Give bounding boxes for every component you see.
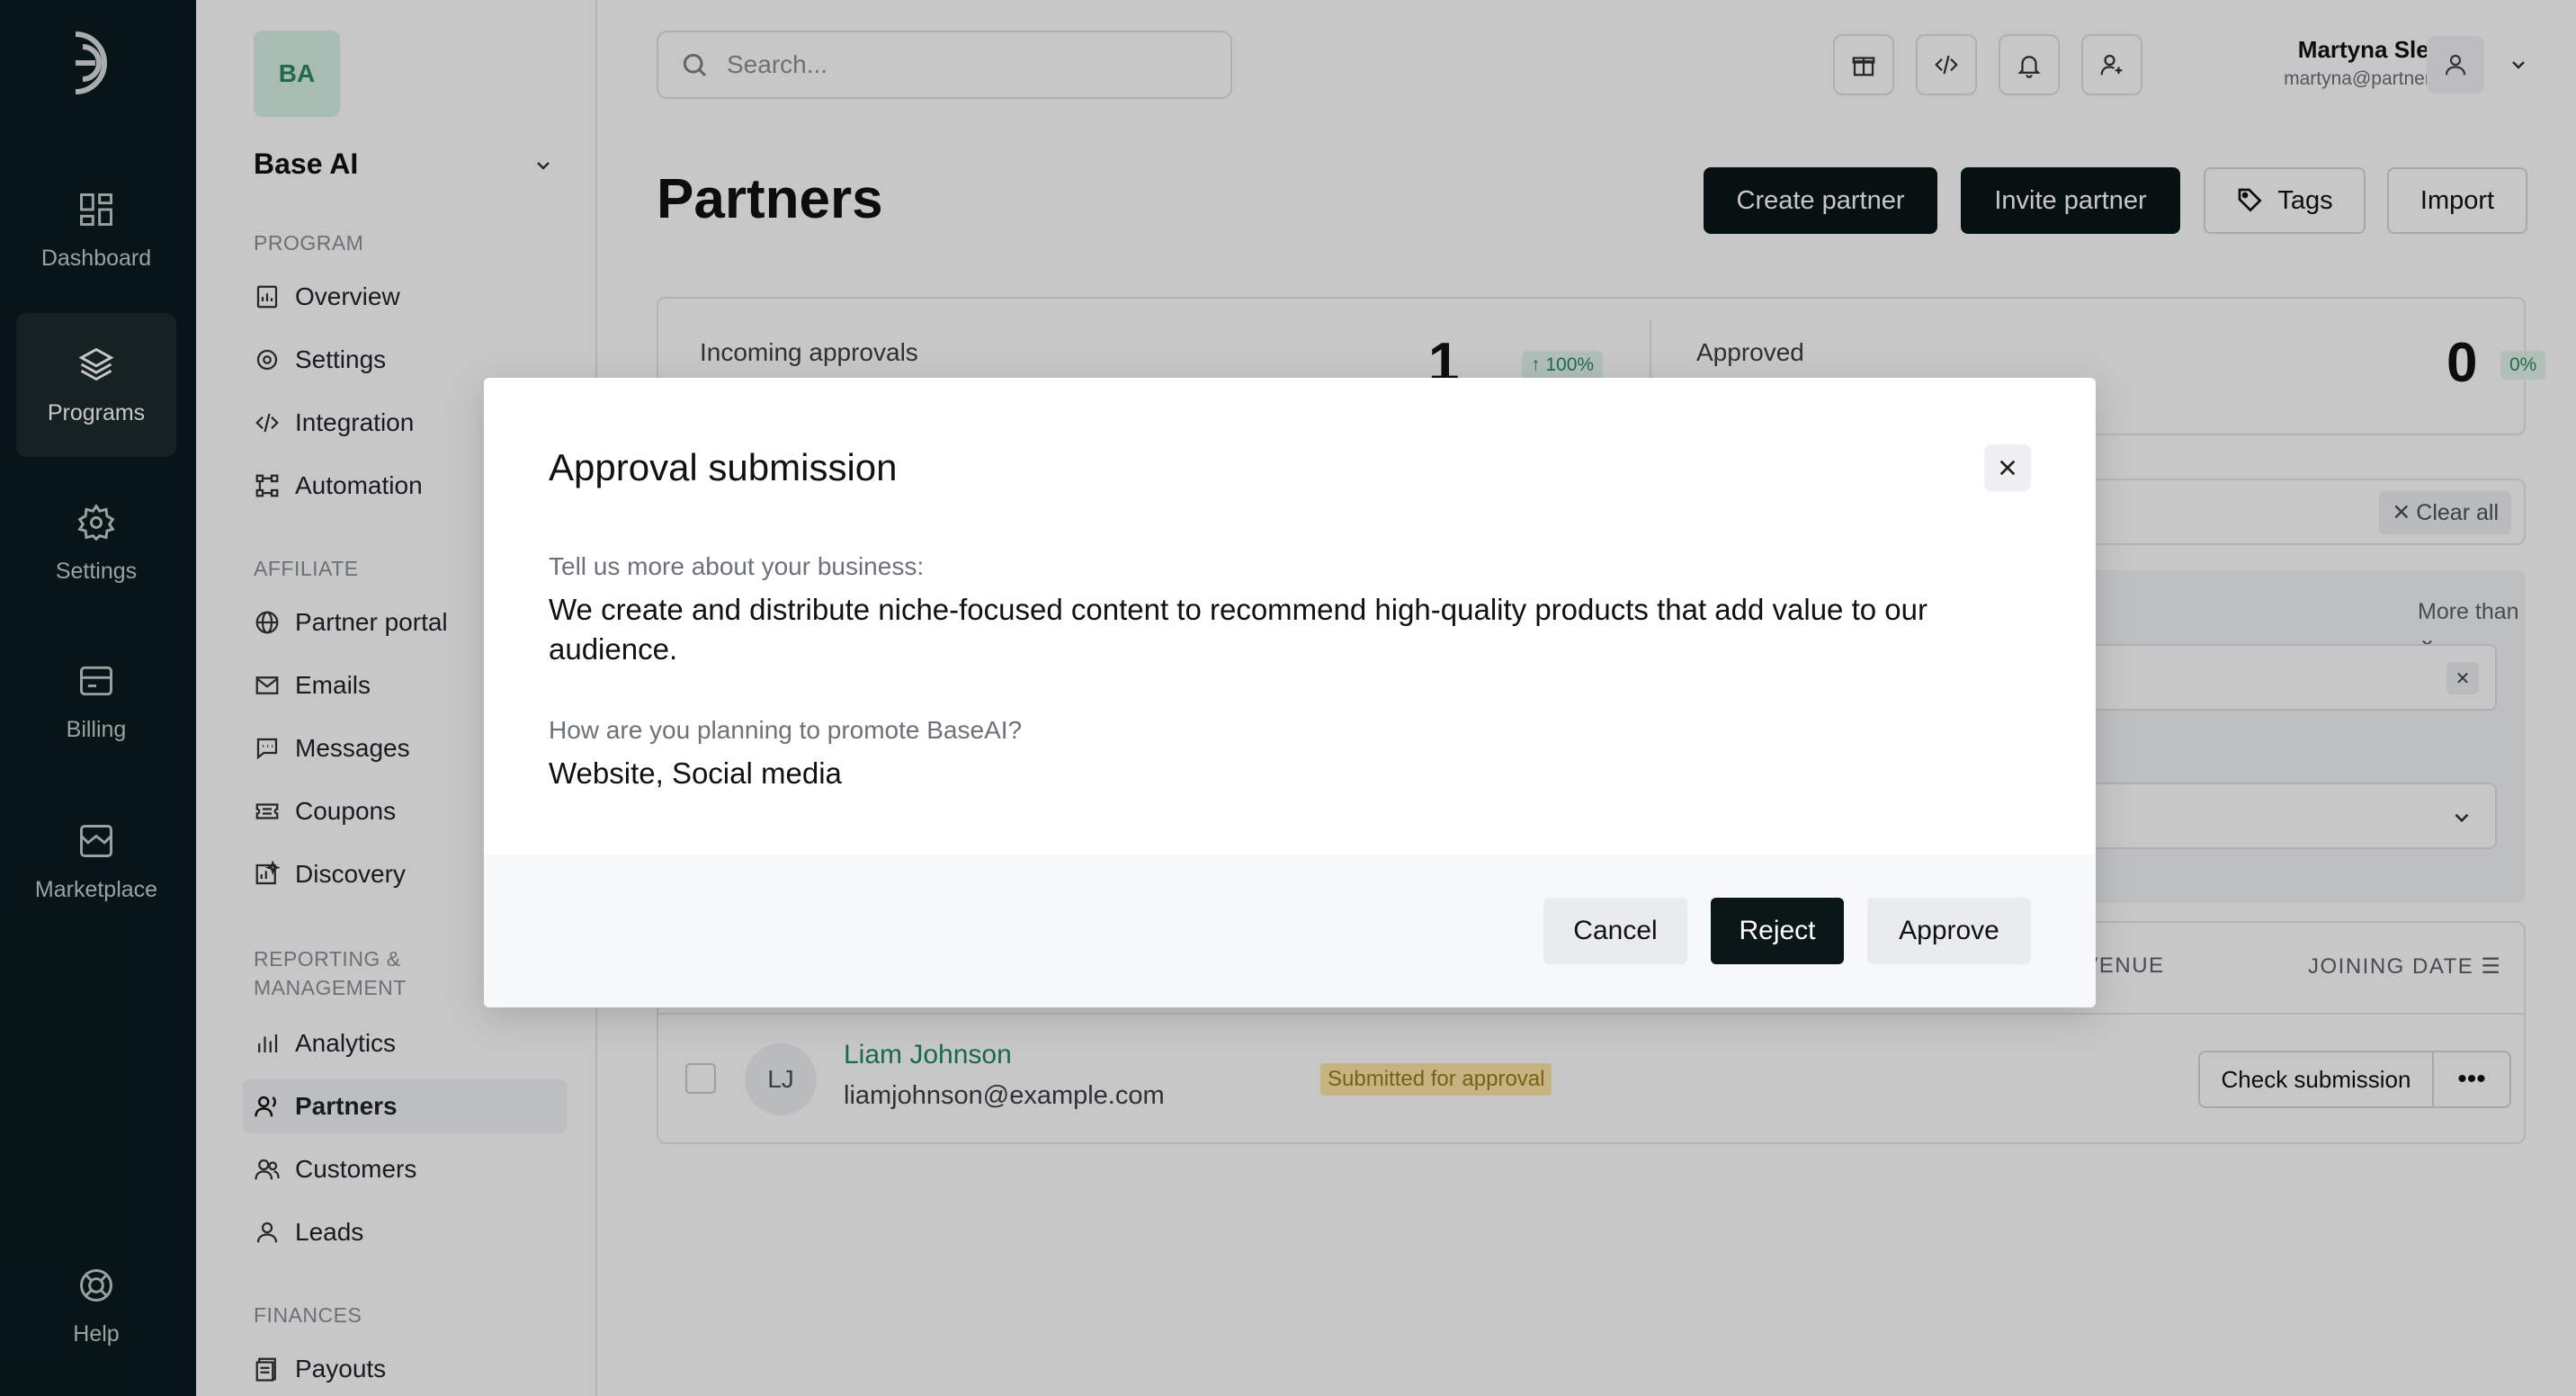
question-promote-label: How are you planning to promote BaseAI?: [549, 716, 1023, 744]
cancel-button[interactable]: Cancel: [1543, 898, 1687, 964]
approve-button[interactable]: Approve: [1867, 898, 2031, 964]
approval-submission-modal: Approval submission Tell us more about y…: [484, 378, 2096, 1007]
close-icon: [1999, 460, 2016, 476]
close-button[interactable]: [1984, 444, 2031, 491]
question-business-label: Tell us more about your business:: [549, 552, 925, 580]
modal-title: Approval submission: [549, 446, 898, 488]
reject-button[interactable]: Reject: [1711, 898, 1844, 964]
question-promote-answer: Website, Social media: [549, 756, 842, 790]
question-business-answer: We create and distribute niche-focused c…: [549, 593, 1928, 666]
modal-footer: [484, 855, 2096, 1007]
